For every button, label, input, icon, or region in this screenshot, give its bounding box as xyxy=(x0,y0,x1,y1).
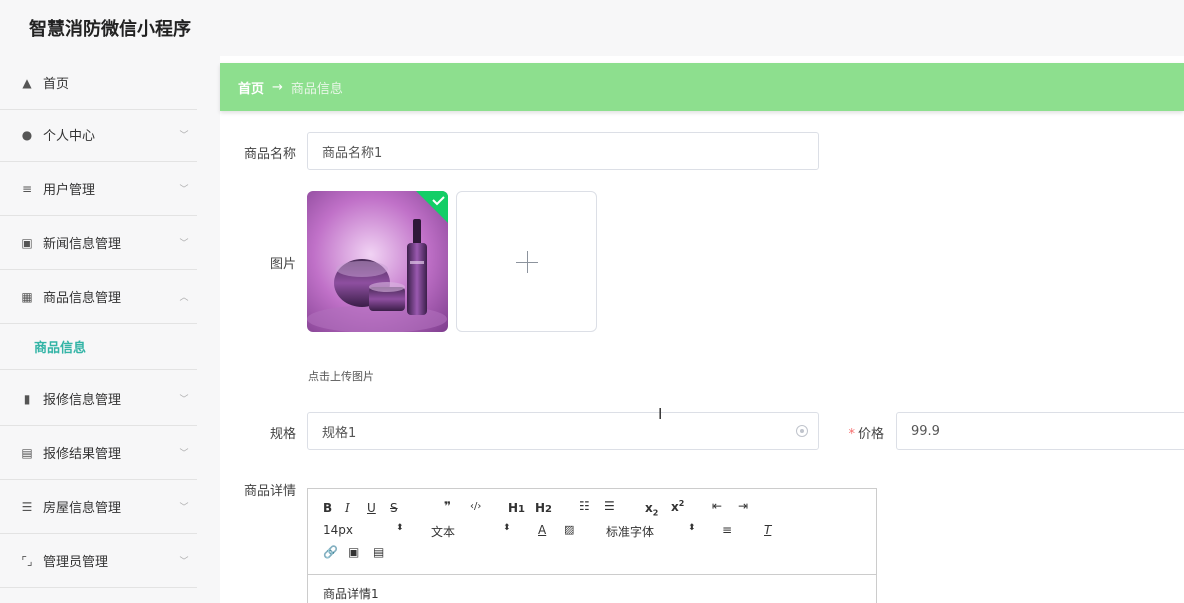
chart-icon: ▣ xyxy=(21,235,33,250)
price-input[interactable]: 99.9 xyxy=(896,412,1184,450)
home-icon: ▲ xyxy=(22,75,32,90)
sidebar: ▲ 首页 ● 个人中心 ﹀ ≡ 用户管理 ﹀ ▣ 新闻信息管理 ﹀ ▦ 商品信息… xyxy=(0,56,220,603)
chevron-updown-icon: ⬍ xyxy=(503,523,511,533)
chevron-down-icon: ﹀ xyxy=(179,131,189,141)
person-icon: ● xyxy=(21,127,33,142)
quote-icon[interactable]: ❞ xyxy=(444,499,451,513)
detail-label: 商品详情 xyxy=(243,484,296,499)
ordered-list-icon[interactable]: ☷ xyxy=(579,499,590,513)
chevron-down-icon: ﹀ xyxy=(179,503,189,513)
sidebar-item-label: 报修结果管理 xyxy=(43,447,122,462)
plus-icon-vertical xyxy=(527,251,528,273)
breadcrumb-separator: → xyxy=(272,79,283,95)
strike-button[interactable]: S xyxy=(390,501,398,515)
chevron-down-icon: ﹀ xyxy=(179,185,189,195)
spec-value: 规格1 xyxy=(322,425,357,441)
text-cursor-icon: I xyxy=(658,405,663,423)
sidebar-item-news[interactable]: ▣ 新闻信息管理 ﹀ xyxy=(0,216,197,270)
underline-button[interactable]: U xyxy=(367,501,376,515)
price-value: 99.9 xyxy=(911,423,940,439)
sidebar-item-repair-result[interactable]: ▤ 报修结果管理 ﹀ xyxy=(0,426,197,480)
heading-2-button[interactable]: H2 xyxy=(535,501,552,515)
font-color-icon[interactable]: A xyxy=(538,523,546,537)
frame-icon: ⌜⌟ xyxy=(21,553,33,568)
editor-toolbar: B I U S ❞ ‹/› H1 H2 ☷ ☰ x2 x2 ⇤ ⇥ 14px ⬍… xyxy=(308,489,876,575)
sidebar-item-label: 商品信息管理 xyxy=(43,291,122,306)
clear-format-icon[interactable]: T xyxy=(764,523,771,537)
text-style-select[interactable]: 文本 xyxy=(431,523,455,540)
chevron-updown-icon: ⬍ xyxy=(396,523,404,533)
sidebar-item-product[interactable]: ▦ 商品信息管理 ︿ xyxy=(0,270,197,324)
code-icon[interactable]: ‹/› xyxy=(470,501,481,512)
lines-icon: ☰ xyxy=(21,499,33,514)
breadcrumb: 首页 → 商品信息 xyxy=(220,63,1184,111)
video-icon[interactable]: ▤ xyxy=(373,545,384,559)
heading-1-button[interactable]: H1 xyxy=(508,501,525,515)
image-icon[interactable]: ▣ xyxy=(348,545,359,559)
bold-button[interactable]: B xyxy=(323,501,332,515)
sidebar-item-label: 报修信息管理 xyxy=(43,393,122,408)
background-color-icon[interactable]: ▨ xyxy=(564,523,574,536)
align-icon[interactable]: ≡ xyxy=(722,523,732,537)
bar-chart-icon: ▮ xyxy=(23,391,31,406)
link-icon[interactable]: 🔗 xyxy=(323,545,338,559)
image-label: 图片 xyxy=(269,257,296,272)
chevron-down-icon: ﹀ xyxy=(179,557,189,567)
indent-icon[interactable]: ⇥ xyxy=(738,499,748,513)
font-size-select[interactable]: 14px xyxy=(323,523,353,537)
product-image xyxy=(307,191,448,332)
clipboard-icon: ▤ xyxy=(21,445,33,460)
editor-content[interactable]: 商品详情1 xyxy=(308,575,876,603)
product-name-label: 商品名称 xyxy=(243,147,296,162)
chevron-down-icon: ﹀ xyxy=(179,449,189,459)
product-name-input[interactable]: 商品名称1 xyxy=(307,132,819,170)
spec-label: 规格 xyxy=(269,427,296,442)
chevron-down-icon: ﹀ xyxy=(179,395,189,405)
app-title: 智慧消防微信小程序 xyxy=(29,19,191,40)
sidebar-item-admin[interactable]: ⌜⌟ 管理员管理 ﹀ xyxy=(0,534,197,588)
top-bar: 智慧消防微信小程序 xyxy=(0,0,1184,56)
sidebar-item-label: 个人中心 xyxy=(43,129,96,144)
spec-input[interactable]: 规格1 xyxy=(307,412,819,450)
sidebar-item-label: 房屋信息管理 xyxy=(43,501,122,516)
product-image-thumbnail[interactable] xyxy=(307,191,448,332)
sidebar-item-repair-info[interactable]: ▮ 报修信息管理 ﹀ xyxy=(0,372,197,426)
breadcrumb-home[interactable]: 首页 xyxy=(238,78,264,97)
bullet-list-icon[interactable]: ☰ xyxy=(604,499,615,513)
italic-button[interactable]: I xyxy=(345,501,350,515)
required-star: * xyxy=(848,427,855,442)
chevron-up-icon: ︿ xyxy=(179,293,189,303)
grid-icon: ▦ xyxy=(21,289,33,304)
price-label: * 价格 xyxy=(804,423,884,442)
outdent-icon[interactable]: ⇤ xyxy=(712,499,722,513)
chevron-updown-icon: ⬍ xyxy=(688,523,696,533)
sidebar-item-label: 新闻信息管理 xyxy=(43,237,122,252)
sidebar-item-personal-center[interactable]: ● 个人中心 ﹀ xyxy=(0,108,197,162)
rich-text-editor[interactable]: B I U S ❞ ‹/› H1 H2 ☷ ☰ x2 x2 ⇤ ⇥ 14px ⬍… xyxy=(307,488,877,603)
sidebar-item-label: 管理员管理 xyxy=(43,555,109,570)
sidebar-subitem-product-info[interactable]: 商品信息 xyxy=(0,324,197,370)
price-label-text: 价格 xyxy=(857,427,884,442)
sidebar-item-home[interactable]: ▲ 首页 xyxy=(0,56,197,110)
sidebar-item-label: 首页 xyxy=(43,77,70,92)
sidebar-item-user-management[interactable]: ≡ 用户管理 ﹀ xyxy=(0,162,197,216)
chevron-down-icon: ﹀ xyxy=(179,239,189,249)
sidebar-item-label: 用户管理 xyxy=(43,183,96,198)
font-family-select[interactable]: 标准字体 xyxy=(606,523,654,540)
superscript-button[interactable]: x2 xyxy=(671,499,684,514)
subscript-button[interactable]: x2 xyxy=(645,501,658,517)
product-name-value: 商品名称1 xyxy=(322,145,383,161)
upload-hint: 点击上传图片 xyxy=(308,370,374,383)
breadcrumb-current: 商品信息 xyxy=(290,81,343,97)
upload-image-button[interactable] xyxy=(456,191,597,332)
sidebar-item-house[interactable]: ☰ 房屋信息管理 ﹀ xyxy=(0,480,197,534)
list-icon: ≡ xyxy=(21,181,33,196)
